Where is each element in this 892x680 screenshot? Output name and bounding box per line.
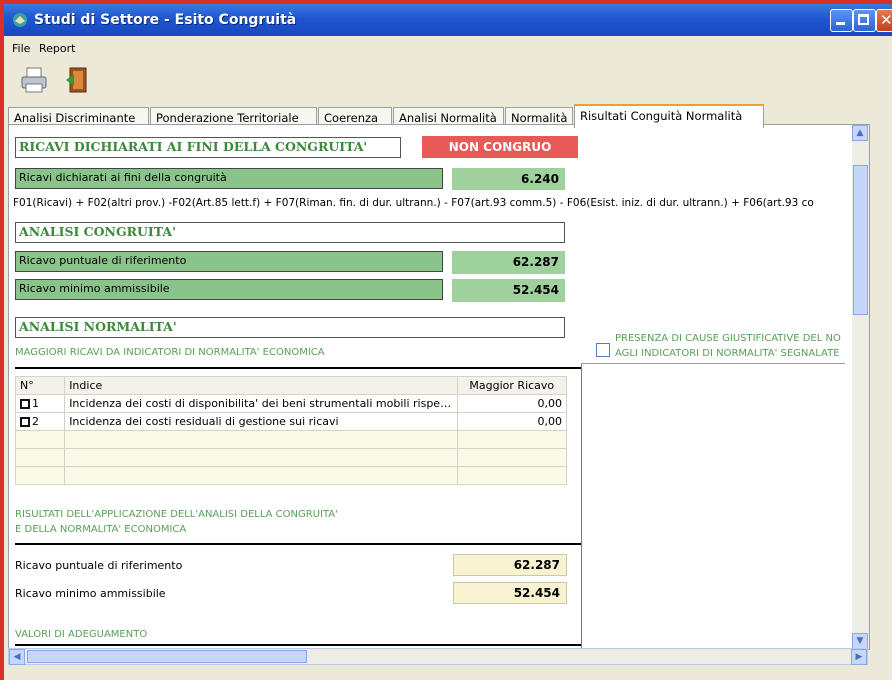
divider xyxy=(15,543,581,545)
empty-row xyxy=(14,430,568,449)
empty-row xyxy=(14,448,568,467)
empty-row xyxy=(14,466,568,485)
risultati-label-1: RISULTATI DELL'APPLICAZIONE DELL'ANALISI… xyxy=(15,509,338,520)
ricavo-puntuale-finale-label: Ricavo puntuale di riferimento xyxy=(15,559,183,572)
row-number[interactable]: 2 xyxy=(14,412,66,431)
h-scroll-thumb[interactable] xyxy=(27,650,307,663)
vertical-divider xyxy=(581,363,582,649)
menu-bar: File Report xyxy=(4,38,892,58)
ricavo-minimo-label: Ricavo minimo ammissibile xyxy=(15,279,443,300)
scroll-thumb[interactable] xyxy=(853,165,868,315)
analisi-normalita-header: ANALISI NORMALITA' xyxy=(15,317,565,338)
ricavi-dichiarati-value: 6.240 xyxy=(452,168,565,190)
risultati-label-2: E DELLA NORMALITA' ECONOMICA xyxy=(15,524,187,535)
title-bar[interactable]: Studi di Settore - Esito Congruità ✕ xyxy=(4,4,892,36)
analisi-congruita-header: ANALISI CONGRUITA' xyxy=(15,222,565,243)
divider-right xyxy=(581,363,845,364)
vertical-scrollbar[interactable]: ▲ ▼ xyxy=(852,125,869,649)
status-badge: NON CONGRUO xyxy=(422,136,578,158)
divider xyxy=(15,367,581,369)
row-indice: Incidenza dei costi di disponibilita' de… xyxy=(64,394,458,413)
ricavo-puntuale-finale-value: 62.287 xyxy=(453,554,567,576)
scroll-down-button[interactable]: ▼ xyxy=(852,633,868,649)
app-icon xyxy=(13,13,27,27)
toolbar xyxy=(4,60,892,102)
scroll-left-button[interactable]: ◀ xyxy=(9,649,25,665)
menu-report[interactable]: Report xyxy=(39,42,75,55)
ricavo-puntuale-value: 62.287 xyxy=(452,251,565,274)
row-checkbox[interactable] xyxy=(20,417,30,427)
maximize-button[interactable] xyxy=(853,9,876,32)
row-valore: 0,00 xyxy=(456,412,568,431)
col-header-maggior-ricavo[interactable]: Maggior Ricavo xyxy=(456,376,568,395)
indicatori-table: N° Indice Maggior Ricavo 1 Incidenza dei… xyxy=(14,376,568,485)
ricavo-minimo-finale-value: 52.454 xyxy=(453,582,567,604)
presenza-cause-label-1: PRESENZA DI CAUSE GIUSTIFICATIVE DEL NO xyxy=(615,333,841,344)
exit-icon[interactable] xyxy=(62,64,94,96)
ricavo-minimo-value: 52.454 xyxy=(452,279,565,302)
window-title: Studi di Settore - Esito Congruità xyxy=(34,12,297,28)
row-number[interactable]: 1 xyxy=(14,394,66,413)
row-checkbox[interactable] xyxy=(20,399,30,409)
row-valore: 0,00 xyxy=(456,394,568,413)
ricavo-minimo-finale-label: Ricavo minimo ammissibile xyxy=(15,587,166,600)
table-row[interactable]: 2 Incidenza dei costi residuali di gesti… xyxy=(14,412,568,431)
scroll-up-button[interactable]: ▲ xyxy=(852,125,868,141)
tab-risultati-conguita-normalita[interactable]: Risultati Conguità Normalità xyxy=(574,104,764,128)
presenza-cause-checkbox[interactable] xyxy=(596,343,610,357)
table-header-row: N° Indice Maggior Ricavo xyxy=(14,376,568,395)
presenza-cause-label-2: AGLI INDICATORI DI NORMALITA' SEGNALATE xyxy=(615,348,840,359)
scroll-right-button[interactable]: ▶ xyxy=(851,649,867,665)
col-header-indice[interactable]: Indice xyxy=(64,376,458,395)
valori-adeguamento-label: VALORI DI ADEGUAMENTO xyxy=(15,629,148,640)
printer-icon[interactable] xyxy=(18,64,50,96)
divider xyxy=(15,644,581,646)
close-button[interactable]: ✕ xyxy=(876,9,892,32)
row-indice: Incidenza dei costi residuali di gestion… xyxy=(64,412,458,431)
maggiori-ricavi-label: MAGGIORI RICAVI DA INDICATORI DI NORMALI… xyxy=(15,347,325,358)
ricavi-dichiarati-label: Ricavi dichiarati ai fini della congruit… xyxy=(15,168,443,189)
menu-file[interactable]: File xyxy=(12,42,30,55)
horizontal-scrollbar[interactable]: ◀ ▶ xyxy=(8,648,868,665)
table-row[interactable]: 1 Incidenza dei costi di disponibilita' … xyxy=(14,394,568,413)
minimize-button[interactable] xyxy=(830,9,853,32)
ricavo-puntuale-label: Ricavo puntuale di riferimento xyxy=(15,251,443,272)
ricavi-header: RICAVI DICHIARATI AI FINI DELLA CONGRUIT… xyxy=(15,137,401,158)
results-panel: RICAVI DICHIARATI AI FINI DELLA CONGRUIT… xyxy=(8,124,870,650)
formula-text: F01(Ricavi) + F02(altri prov.) -F02(Art.… xyxy=(13,197,814,209)
col-header-n[interactable]: N° xyxy=(14,376,66,395)
